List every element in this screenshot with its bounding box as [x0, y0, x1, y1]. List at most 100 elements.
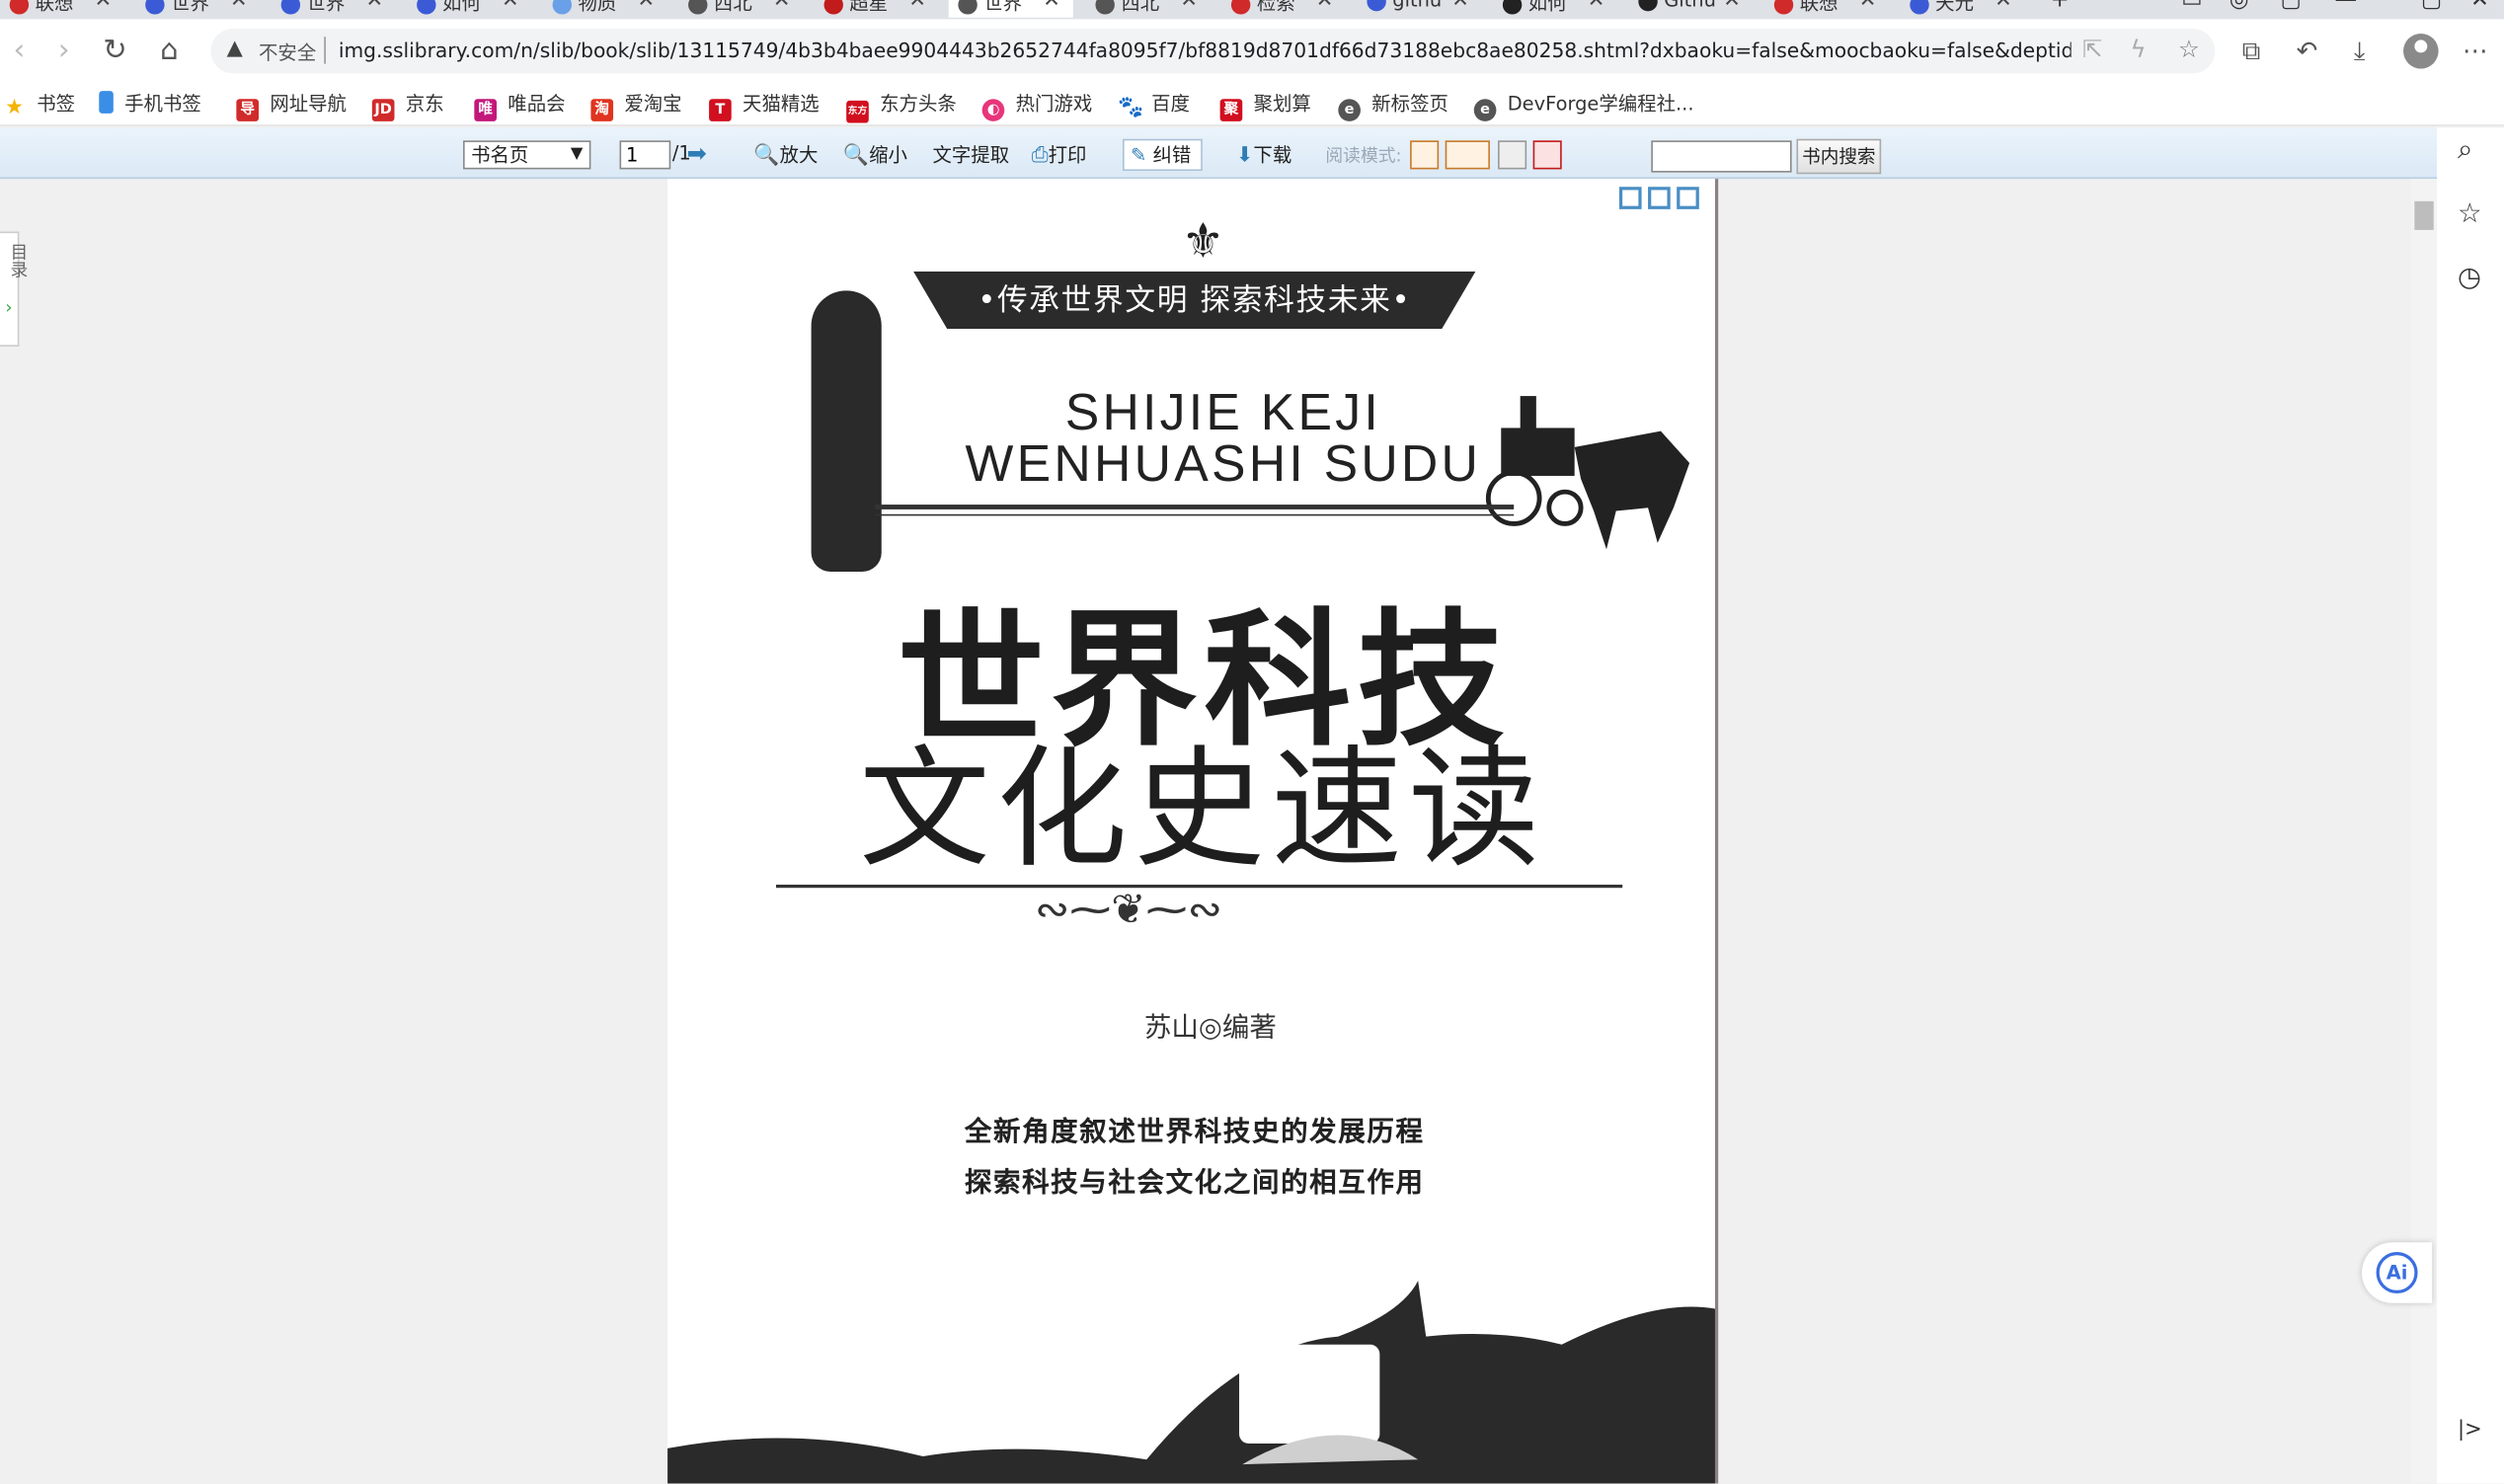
share-icon[interactable]: ⇱: [2082, 36, 2102, 64]
flip-mode-icon[interactable]: [1532, 140, 1562, 170]
bookmark-item[interactable]: 手机书签: [99, 90, 201, 118]
double-page-mode-icon[interactable]: [1445, 140, 1490, 170]
download-icon[interactable]: ⤓: [2354, 36, 2365, 67]
tab[interactable]: 西北 ✕: [678, 0, 803, 18]
rotate-left-icon[interactable]: [1618, 187, 1642, 209]
tab[interactable]: 物质 ✕: [543, 0, 667, 18]
extract-text-button[interactable]: 文字提取: [933, 140, 1010, 167]
lightning-icon[interactable]: ϟ: [2130, 36, 2146, 64]
close-icon[interactable]: ✕: [1043, 0, 1060, 13]
tab[interactable]: 西北 ✕: [1086, 0, 1211, 18]
bookmark-label: 东方头条: [880, 92, 957, 116]
page-type-select[interactable]: 书名页 ▼: [463, 140, 591, 170]
tab[interactable]: 超星 ✕: [815, 0, 939, 18]
menu-icon[interactable]: ⋯: [2463, 36, 2488, 66]
scrollbar-thumb[interactable]: [2414, 200, 2434, 230]
extension-icon[interactable]: ◎: [2230, 0, 2249, 13]
close-icon[interactable]: ✕: [908, 0, 926, 13]
tab[interactable]: 世界 ✕: [272, 0, 396, 18]
close-icon[interactable]: ✕: [1995, 0, 2012, 13]
tab[interactable]: 如何 ✕: [407, 0, 531, 18]
maximize-icon[interactable]: ▢: [2421, 0, 2442, 13]
print-button[interactable]: ⎙打印: [1032, 140, 1087, 168]
tab[interactable]: 如何 ✕: [1493, 0, 1617, 18]
bookmark-item[interactable]: ★ 书签: [3, 90, 75, 119]
new-tab-icon[interactable]: +: [2051, 0, 2070, 13]
bookmark-item[interactable]: 唯唯品会: [474, 90, 566, 121]
warning-icon[interactable]: ▲: [227, 37, 243, 60]
tab[interactable]: 世界 ✕: [135, 0, 260, 18]
rotate-right-icon[interactable]: [1677, 187, 1699, 209]
back-icon[interactable]: ‹: [0, 32, 39, 70]
close-icon[interactable]: ✕: [1588, 0, 1605, 13]
magnifier-plus-icon: 🔍: [753, 143, 780, 168]
bookmark-item[interactable]: JD 京东: [371, 90, 444, 121]
reload-icon[interactable]: ↻: [96, 32, 134, 70]
close-icon[interactable]: ✕: [1723, 0, 1741, 13]
close-icon[interactable]: ✕: [230, 0, 248, 13]
nav-icon: 导: [236, 99, 260, 121]
tab[interactable]: 检索 ✕: [1221, 0, 1346, 18]
search-icon[interactable]: ⌕: [2458, 134, 2472, 166]
go-arrow-icon[interactable]: ➡: [686, 139, 706, 168]
bookmark-star-icon[interactable]: ☆: [2178, 36, 2200, 64]
bookmark-item[interactable]: 淘爱淘宝: [590, 90, 682, 121]
tab-active[interactable]: 世界 ✕: [948, 0, 1073, 18]
zoom-in-button[interactable]: 🔍放大: [753, 140, 818, 168]
undo-icon[interactable]: ↶: [2297, 36, 2318, 66]
fit-page-icon[interactable]: [1648, 187, 1671, 209]
url-text[interactable]: img.sslibrary.com/n/slib/book/slib/13115…: [339, 39, 2072, 62]
bookmark-item[interactable]: e 新标签页: [1338, 90, 1448, 121]
pin-icon[interactable]: ▢: [2281, 0, 2302, 13]
close-icon[interactable]: ✕: [502, 0, 519, 13]
security-label[interactable]: 不安全: [259, 39, 316, 65]
bookmark-item[interactable]: 聚聚划算: [1219, 90, 1311, 121]
close-icon[interactable]: ✕: [1316, 0, 1334, 13]
single-page-mode-icon[interactable]: [1410, 140, 1440, 170]
bookmark-item[interactable]: T 天猫精选: [709, 90, 820, 121]
tab-favicon-icon: [552, 0, 572, 14]
window-close-icon[interactable]: ✕: [2470, 0, 2489, 13]
tab[interactable]: githu ✕: [1358, 0, 1482, 18]
ai-icon: Ai: [2376, 1251, 2418, 1294]
collapse-sidebar-icon[interactable]: |>: [2458, 1418, 2482, 1442]
book-search-input[interactable]: [1651, 140, 1792, 173]
home-icon[interactable]: ⌂: [150, 32, 189, 70]
favorites-star-icon[interactable]: ☆: [2458, 198, 2482, 230]
bookmark-item[interactable]: 导网址导航: [236, 90, 347, 121]
bookmark-item[interactable]: 东方 东方头条: [846, 90, 957, 123]
download-button[interactable]: ⬇下载: [1236, 140, 1291, 168]
pencil-icon: ✎: [1131, 143, 1147, 167]
tab-search-icon[interactable]: ▭: [2181, 0, 2202, 13]
minimize-icon[interactable]: —: [2334, 0, 2357, 13]
close-icon[interactable]: ✕: [1180, 0, 1198, 13]
close-icon[interactable]: ✕: [95, 0, 113, 13]
scroll-mode-icon[interactable]: [1498, 140, 1527, 170]
tab[interactable]: Githu ✕: [1629, 0, 1754, 18]
forward-icon[interactable]: ›: [44, 32, 83, 70]
tab[interactable]: 联想 ✕: [1764, 0, 1889, 18]
correct-button[interactable]: ✎ 纠错: [1122, 138, 1203, 172]
bookmark-item[interactable]: 🐾 百度: [1118, 90, 1190, 119]
zoom-out-button[interactable]: 🔍缩小: [843, 140, 907, 168]
close-icon[interactable]: ✕: [1451, 0, 1469, 13]
bookmark-item[interactable]: ◐ 热门游戏: [981, 90, 1092, 121]
book-search-button[interactable]: 书内搜索: [1796, 138, 1882, 175]
ai-assistant-button[interactable]: Ai: [2361, 1242, 2433, 1303]
extensions-icon[interactable]: ⧉: [2242, 36, 2260, 67]
address-row: ‹ › ↻ ⌂ ▲ 不安全 img.sslibrary.com/n/slib/b…: [0, 19, 2504, 84]
toc-side-tab[interactable]: 目录 ›: [0, 231, 29, 347]
address-bar[interactable]: ▲ 不安全 img.sslibrary.com/n/slib/book/slib…: [210, 29, 2216, 74]
page-number-input[interactable]: 1: [619, 140, 671, 170]
tab[interactable]: 联想 ✕: [0, 0, 124, 18]
bookmark-item[interactable]: e DevForge学编程社...: [1473, 90, 1694, 121]
close-icon[interactable]: ✕: [637, 0, 655, 13]
book-title-line-2: 文化史速读: [859, 734, 1546, 887]
history-clock-icon[interactable]: ◷: [2458, 262, 2481, 293]
close-icon[interactable]: ✕: [366, 0, 384, 13]
profile-avatar[interactable]: [2403, 33, 2439, 69]
tab[interactable]: 天元 ✕: [1901, 0, 2025, 18]
close-icon[interactable]: ✕: [773, 0, 791, 13]
close-icon[interactable]: ✕: [1859, 0, 1877, 13]
title-rule: [875, 505, 1515, 509]
